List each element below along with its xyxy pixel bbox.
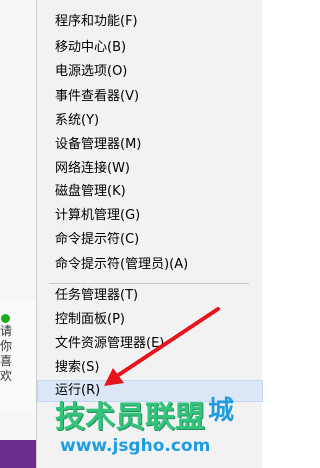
chat-text: 请你喜欢 — [0, 324, 13, 383]
menu-separator — [49, 283, 249, 284]
menu-item-computer-management[interactable]: 计算机管理(G) — [37, 205, 263, 227]
menu-item-network-connections[interactable]: 网络连接(W) — [37, 158, 263, 180]
menu-item-command-prompt[interactable]: 命令提示符(C) — [37, 229, 263, 251]
menu-item-control-panel[interactable]: 控制面板(P) — [37, 309, 263, 331]
menu-item-search[interactable]: 搜索(S) — [37, 357, 263, 379]
menu-item-system[interactable]: 系统(Y) — [37, 110, 263, 132]
menu-item-programs-features[interactable]: 程序和功能(F) — [37, 11, 263, 33]
menu-item-file-explorer[interactable]: 文件资源管理器(E) — [37, 333, 263, 355]
menu-item-power-options[interactable]: 电源选项(O) — [37, 61, 263, 83]
menu-item-task-manager[interactable]: 任务管理器(T) — [37, 285, 263, 307]
chat-window-fragment: 请你喜欢 — [0, 300, 36, 410]
taskbar-fragment — [0, 440, 36, 468]
menu-item-disk-management[interactable]: 磁盘管理(K) — [37, 181, 263, 203]
menu-item-device-manager[interactable]: 设备管理器(M) — [37, 134, 263, 156]
online-status-icon — [1, 314, 10, 323]
watermark-logo: 技术员联盟 — [55, 400, 205, 435]
watermark-right-text: 城 — [208, 396, 235, 426]
menu-item-mobility-center[interactable]: 移动中心(B) — [37, 37, 263, 59]
menu-item-event-viewer[interactable]: 事件查看器(V) — [37, 86, 263, 108]
watermark-url: www.jsgho.com — [60, 436, 211, 456]
menu-item-command-prompt-admin[interactable]: 命令提示符(管理员)(A) — [37, 254, 263, 276]
